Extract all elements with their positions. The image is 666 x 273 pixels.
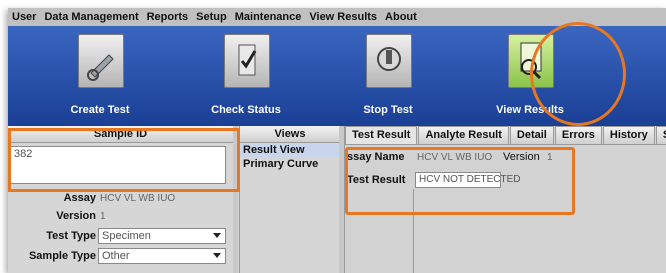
menu-setup[interactable]: Setup	[192, 11, 231, 23]
check-status-label: Check Status	[211, 104, 281, 116]
create-test-button[interactable]: Create Test	[50, 34, 150, 124]
tab-errors[interactable]: Errors	[554, 126, 602, 144]
check-status-button[interactable]: Check Status	[196, 34, 296, 124]
menu-about[interactable]: About	[381, 11, 421, 23]
test-type-select[interactable]: Specimen	[98, 228, 226, 244]
test-type-value: Specimen	[102, 230, 151, 242]
menu-reports[interactable]: Reports	[143, 11, 193, 23]
views-header: Views	[240, 126, 340, 143]
version-label: Version	[56, 210, 96, 222]
create-test-icon	[78, 34, 124, 88]
menu-view-results[interactable]: View Results	[305, 11, 381, 23]
tab-test-result[interactable]: Test Result	[345, 126, 418, 144]
sample-type-value: Other	[102, 250, 130, 262]
tab-sup[interactable]: Sup	[655, 126, 666, 144]
menu-data-management[interactable]: Data Management	[40, 11, 142, 23]
version-value: 1	[100, 211, 106, 222]
chevron-down-icon	[213, 253, 221, 258]
sample-id-highlight	[8, 128, 240, 192]
stop-test-button[interactable]: Stop Test	[338, 34, 438, 124]
views-item-primary-curve[interactable]: Primary Curve	[240, 157, 340, 171]
application-window: User Data Management Reports Setup Maint…	[8, 8, 666, 273]
tab-history[interactable]: History	[602, 126, 655, 144]
test-type-label: Test Type	[46, 230, 96, 242]
result-tabs: Test Result Analyte Result Detail Errors…	[345, 126, 666, 144]
tab-analyte-result[interactable]: Analyte Result	[418, 126, 509, 144]
sample-type-select[interactable]: Other	[98, 248, 226, 264]
create-test-label: Create Test	[70, 104, 130, 116]
views-item-result-view[interactable]: Result View	[240, 143, 340, 157]
assay-value: HCV VL WB IUO	[100, 193, 176, 204]
chevron-down-icon	[213, 233, 221, 238]
menu-maintenance[interactable]: Maintenance	[231, 11, 306, 23]
tab-detail[interactable]: Detail	[509, 126, 554, 144]
views-panel: Views Result View Primary Curve	[239, 126, 340, 273]
assay-label: Assay	[63, 192, 96, 204]
check-status-icon	[224, 34, 270, 88]
sample-type-label: Sample Type	[28, 250, 96, 262]
menu-user[interactable]: User	[8, 11, 40, 23]
stop-test-label: Stop Test	[363, 104, 413, 116]
stop-test-icon	[366, 34, 412, 88]
view-results-highlight	[530, 22, 626, 126]
test-result-highlight	[345, 147, 575, 215]
